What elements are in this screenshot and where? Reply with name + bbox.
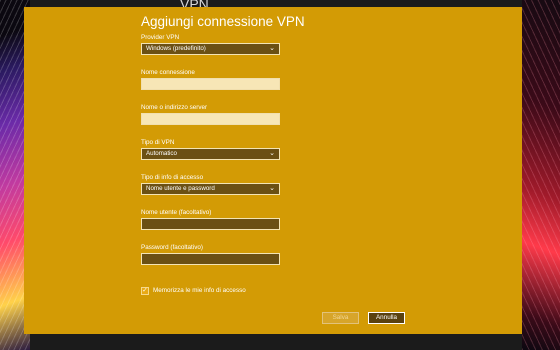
connection-name-input[interactable]: [141, 78, 280, 90]
server-input[interactable]: [141, 113, 280, 125]
signin-type-value: Nome utente e password: [146, 185, 215, 192]
username-label: Nome utente (facoltativo): [141, 209, 212, 216]
vpn-type-select[interactable]: Automatico ⌄: [141, 148, 280, 160]
save-button[interactable]: Salva: [322, 312, 359, 324]
dialog-title: Aggiungi connessione VPN: [141, 14, 305, 29]
chevron-down-icon: ⌄: [269, 150, 275, 157]
provider-label: Provider VPN: [141, 34, 180, 41]
checkmark-icon: ✓: [142, 287, 148, 294]
remember-checkbox[interactable]: ✓: [141, 287, 149, 295]
chevron-down-icon: ⌄: [269, 45, 275, 52]
cancel-button[interactable]: Annulla: [368, 312, 405, 324]
chevron-down-icon: ⌄: [269, 185, 275, 192]
password-input[interactable]: [141, 253, 280, 265]
password-label: Password (facoltativo): [141, 244, 203, 251]
server-label: Nome o indirizzo server: [141, 104, 208, 111]
add-vpn-dialog: Aggiungi connessione VPN Provider VPN Wi…: [24, 7, 522, 334]
signin-type-label: Tipo di info di accesso: [141, 174, 204, 181]
username-input[interactable]: [141, 218, 280, 230]
provider-value: Windows (predefinito): [146, 45, 206, 52]
remember-label: Memorizza le mie info di accesso: [153, 287, 246, 294]
provider-select[interactable]: Windows (predefinito) ⌄: [141, 43, 280, 55]
vpn-type-value: Automatico: [146, 150, 177, 157]
connection-name-label: Nome connessione: [141, 69, 195, 76]
vpn-type-label: Tipo di VPN: [141, 139, 175, 146]
signin-type-select[interactable]: Nome utente e password ⌄: [141, 183, 280, 195]
